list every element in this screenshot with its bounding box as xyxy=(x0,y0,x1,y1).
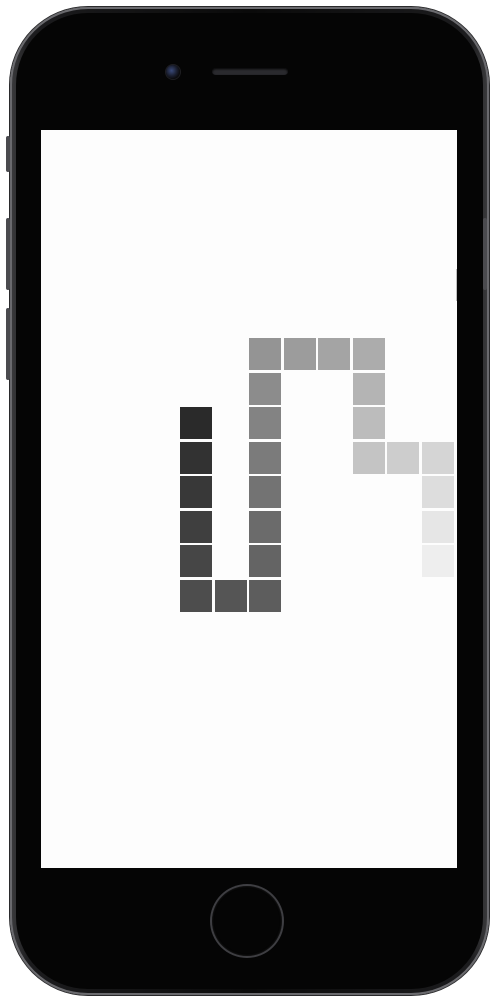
snake-head xyxy=(180,407,212,439)
power-button xyxy=(483,218,487,290)
snake-segment xyxy=(249,545,281,577)
snake-segment xyxy=(249,476,281,508)
snake-segment xyxy=(249,372,281,405)
snake-segment xyxy=(421,441,454,474)
snake-segment xyxy=(214,579,247,612)
snake-segment xyxy=(352,338,385,370)
snake-segment xyxy=(421,545,454,577)
snake-segment xyxy=(180,441,212,474)
home-button[interactable] xyxy=(212,886,282,956)
food-pellet xyxy=(456,269,457,301)
snake-segment xyxy=(180,579,212,612)
mute-switch xyxy=(6,136,10,172)
volume-up-button xyxy=(6,218,10,290)
snake-segment xyxy=(180,545,212,577)
snake-segment xyxy=(421,510,454,543)
snake-segment xyxy=(249,407,281,439)
snake-segment xyxy=(352,372,385,405)
volume-down-button xyxy=(6,308,10,380)
snake-segment xyxy=(421,476,454,508)
snake-segment xyxy=(180,510,212,543)
earpiece-speaker xyxy=(212,68,288,75)
snake-segment xyxy=(180,476,212,508)
snake-segment xyxy=(249,441,281,474)
snake-segment xyxy=(283,338,316,370)
snake-segment xyxy=(249,338,281,370)
snake-segment xyxy=(352,441,385,474)
snake-segment xyxy=(387,441,419,474)
snake-segment xyxy=(249,510,281,543)
snake-segment xyxy=(352,407,385,439)
snake-segment xyxy=(249,579,281,612)
snake-segment xyxy=(318,338,350,370)
game-board[interactable] xyxy=(41,130,457,868)
front-camera-icon xyxy=(166,65,180,79)
